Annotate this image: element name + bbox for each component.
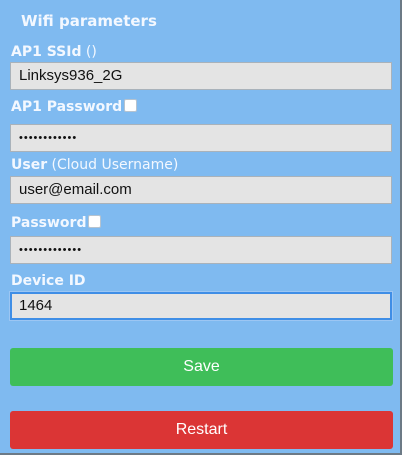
user-label-text: User xyxy=(11,157,48,173)
ap1-password-label: AP1 Password xyxy=(11,98,138,116)
user-hint: (Cloud Username) xyxy=(47,157,179,173)
password-label: Password xyxy=(11,214,102,232)
ap1-password-show-checkbox[interactable] xyxy=(124,99,138,112)
save-button[interactable]: Save xyxy=(10,348,393,386)
panel-title: Wifi parameters xyxy=(21,12,157,30)
device-id-label: Device ID xyxy=(11,272,86,290)
device-id-input[interactable]: 1464 xyxy=(10,292,392,320)
wifi-parameters-panel: Wifi parameters AP1 SSId () Linksys936_2… xyxy=(0,0,402,455)
ap1-ssid-label: AP1 SSId () xyxy=(11,43,97,61)
password-show-checkbox[interactable] xyxy=(88,215,102,228)
password-input[interactable]: ••••••••••••• xyxy=(10,236,392,264)
user-label: User (Cloud Username) xyxy=(11,156,178,174)
device-id-label-text: Device ID xyxy=(11,273,86,289)
ap1-ssid-label-text: AP1 SSId xyxy=(11,44,82,60)
restart-button[interactable]: Restart xyxy=(10,411,393,449)
ap1-password-input[interactable]: •••••••••••• xyxy=(10,124,392,152)
user-input[interactable]: user@email.com xyxy=(10,176,392,204)
password-label-text: Password xyxy=(11,215,87,231)
ap1-ssid-hint: () xyxy=(81,44,97,60)
ap1-ssid-input[interactable]: Linksys936_2G xyxy=(10,62,392,90)
ap1-password-label-text: AP1 Password xyxy=(11,99,123,115)
